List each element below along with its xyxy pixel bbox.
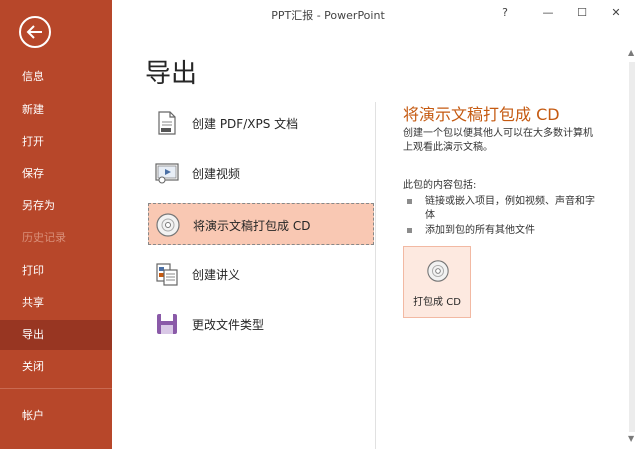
export-option-label: 创建 PDF/XPS 文档 — [192, 117, 299, 131]
pdf-document-icon — [158, 111, 176, 135]
export-option-video[interactable]: 创建视频 — [148, 152, 374, 194]
bullet-marker — [407, 199, 412, 204]
help-button[interactable]: ? — [494, 4, 516, 22]
file-type-icon — [157, 314, 177, 334]
video-icon — [155, 163, 179, 184]
sidebar-divider — [0, 388, 112, 389]
sidebar-item-new[interactable]: 新建 — [0, 95, 112, 125]
includes-label: 此包的内容包括: — [403, 180, 477, 191]
sidebar-item-export[interactable]: 导出 — [0, 320, 112, 350]
back-arrow-button[interactable] — [19, 16, 51, 48]
window-title: PPT汇报 - PowerPoint — [271, 9, 385, 22]
sidebar-item-close[interactable]: 关闭 — [0, 352, 112, 382]
export-option-label: 将演示文稿打包成 CD — [193, 219, 311, 233]
back-arrow-icon — [26, 25, 42, 39]
package-button-label: 打包成 CD — [413, 297, 461, 308]
export-option-pdf[interactable]: 创建 PDF/XPS 文档 — [148, 102, 374, 144]
sidebar-item-history: 历史记录 — [22, 231, 66, 244]
sidebar-item-save[interactable]: 保存 — [0, 159, 112, 189]
sidebar-item-print[interactable]: 打印 — [0, 256, 112, 286]
cd-icon — [427, 260, 449, 282]
sidebar-item-account[interactable]: 帐户 — [0, 401, 112, 431]
export-option-label: 创建讲义 — [192, 268, 241, 282]
vertical-scrollbar[interactable]: ▲ ▼ — [627, 48, 637, 449]
close-window-button[interactable]: ✕ — [605, 4, 627, 22]
bullet-text: 链接或嵌入项目，例如视频、声音和字体 — [425, 196, 595, 221]
scroll-down-arrow-icon[interactable]: ▼ — [628, 434, 634, 443]
export-option-change-file-type[interactable]: 更改文件类型 — [148, 303, 374, 345]
backstage-sidebar: 信息 新建 打开 保存 另存为 历史记录 打印 共享 导出 关闭 帐户 — [0, 0, 112, 449]
export-option-handouts[interactable]: 创建讲义 — [148, 253, 374, 295]
sidebar-item-info[interactable]: 信息 — [0, 62, 112, 92]
export-option-label: 创建视频 — [192, 167, 241, 181]
detail-title: 将演示文稿打包成 CD — [403, 105, 560, 124]
sidebar-item-save-as[interactable]: 另存为 — [0, 191, 112, 221]
scroll-up-arrow-icon[interactable]: ▲ — [628, 48, 634, 57]
handout-icon — [156, 263, 178, 286]
export-option-label: 更改文件类型 — [192, 318, 265, 332]
page-title: 导出 — [145, 59, 198, 89]
sidebar-item-share[interactable]: 共享 — [0, 288, 112, 318]
package-for-cd-button[interactable]: 打包成 CD — [403, 246, 471, 318]
sidebar-item-open[interactable]: 打开 — [0, 127, 112, 157]
bullet-marker — [407, 228, 412, 233]
scrollbar-track[interactable] — [629, 62, 635, 432]
cd-icon — [156, 213, 180, 237]
export-option-package-cd[interactable]: 将演示文稿打包成 CD — [148, 203, 374, 245]
bullet-text: 添加到包的所有其他文件 — [425, 225, 535, 236]
minimize-button[interactable]: — — [537, 4, 559, 22]
panel-divider — [375, 102, 376, 449]
maximize-button[interactable]: ☐ — [571, 4, 593, 22]
detail-description: 创建一个包以便其他人可以在大多数计算机上观看此演示文稿。 — [403, 128, 593, 153]
title-bar: PPT汇报 - PowerPoint ? — ☐ ✕ — [112, 0, 640, 28]
